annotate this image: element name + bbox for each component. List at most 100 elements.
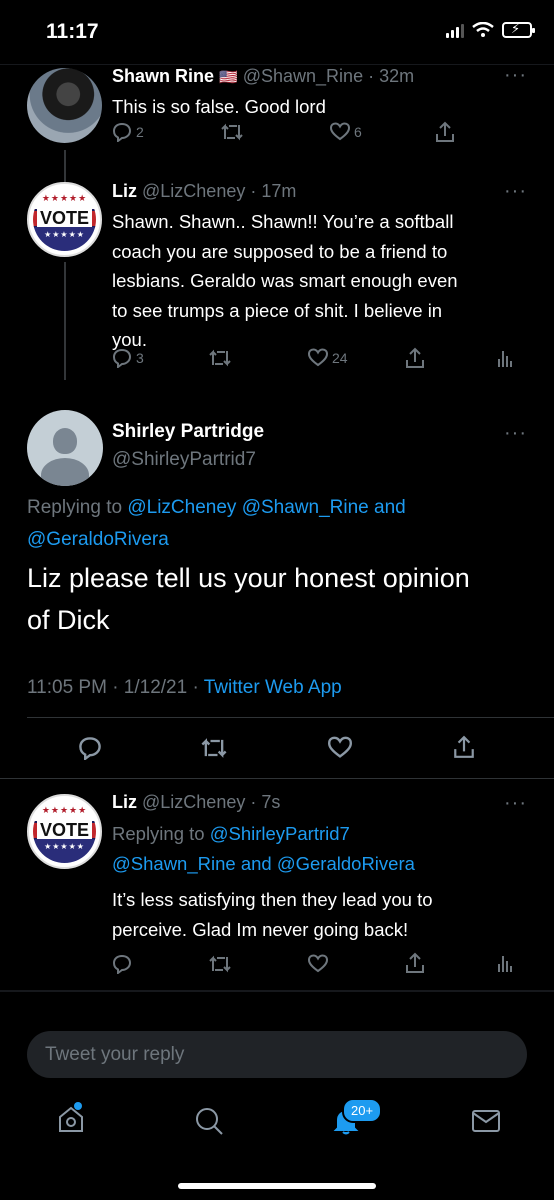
analytics-icon xyxy=(498,351,512,367)
author-handle[interactable]: @LizCheney xyxy=(142,792,245,812)
tweet-text-line: Shawn. Shawn.. Shawn!! You’re a softball xyxy=(112,211,454,232)
notifications-badge: 20+ xyxy=(342,1098,383,1123)
reply-button[interactable]: 3 xyxy=(112,348,144,368)
retweet-button[interactable] xyxy=(208,348,232,368)
mention-link[interactable]: @GeraldoRivera xyxy=(277,853,415,874)
replying-prefix: Replying to xyxy=(27,497,123,518)
tweet-time: 7s xyxy=(261,792,281,812)
more-options-icon[interactable]: ··· xyxy=(504,422,527,445)
mention-link[interactable]: @ShirleyPartrid7 xyxy=(210,823,350,844)
heart-icon[interactable] xyxy=(308,954,328,974)
mention-link[interactable]: @LizCheney xyxy=(127,497,236,518)
flag-emoji: 🇺🇸 xyxy=(219,69,238,86)
tweet-text-line: It’s less satisfying then they lead you … xyxy=(112,889,433,910)
reply-count: 3 xyxy=(136,350,144,366)
heart-icon xyxy=(330,122,350,141)
avatar-shawn-rine[interactable] xyxy=(27,68,102,143)
heart-icon[interactable] xyxy=(328,736,352,760)
compose-divider xyxy=(0,990,554,992)
vote-word: VOTE xyxy=(36,209,92,228)
share-icon xyxy=(406,347,424,368)
avatar-liz-vote[interactable]: ★★★★★ VOTE ★★★★★ xyxy=(27,794,102,869)
battery-charging-icon: ⚡ xyxy=(502,21,535,38)
mention-link[interactable]: @GeraldoRivera xyxy=(27,529,169,550)
tweet-source-link[interactable]: Twitter Web App xyxy=(204,677,342,698)
share-icon[interactable] xyxy=(404,952,426,974)
share-button[interactable] xyxy=(404,347,426,369)
retweet-icon xyxy=(209,349,231,367)
replying-to: Replying to @LizCheney @Shawn_Rine and @… xyxy=(27,492,527,556)
more-options-icon[interactable]: ··· xyxy=(504,64,527,87)
tweet-reply-input[interactable]: Tweet your reply xyxy=(27,1031,527,1078)
status-icons: ⚡ xyxy=(446,21,535,38)
share-icon[interactable] xyxy=(452,734,476,760)
tweet-time: 17m xyxy=(261,181,297,201)
author-name[interactable]: Liz xyxy=(112,792,137,812)
vote-stars-bottom: ★★★★★ xyxy=(33,839,96,863)
author-name[interactable]: Shawn Rine xyxy=(112,66,214,86)
cellular-signal-icon xyxy=(446,22,464,38)
retweet-icon[interactable] xyxy=(200,736,228,760)
tweet-time: 32m xyxy=(379,66,415,86)
like-button[interactable]: 6 xyxy=(330,122,362,142)
wifi-icon xyxy=(472,22,494,37)
vote-word: VOTE xyxy=(36,821,92,840)
retweet-button[interactable] xyxy=(220,122,244,142)
home-indicator xyxy=(178,1183,376,1189)
reply-icon xyxy=(112,348,132,368)
analytics-icon[interactable] xyxy=(497,952,513,974)
author-handle[interactable]: @LizCheney xyxy=(142,181,245,201)
top-divider xyxy=(0,64,554,65)
home-icon xyxy=(59,1106,83,1132)
focus-tweet-text: Liz please tell us your honest opinion o… xyxy=(27,557,470,641)
replying-prefix: Replying to xyxy=(112,823,205,844)
mention-link[interactable]: @Shawn_Rine xyxy=(242,497,369,518)
tweet-header: Liz @LizCheney · 7s xyxy=(112,792,281,812)
replying-to: Replying to @ShirleyPartrid7 @Shawn_Rine… xyxy=(112,819,532,879)
retweet-icon[interactable] xyxy=(208,954,232,974)
tweet-text-line: perceive. Glad Im never going back! xyxy=(112,918,409,940)
more-options-icon[interactable]: ··· xyxy=(504,792,527,815)
tweet-timestamp: 11:05 PM · 1/12/21 · xyxy=(27,677,204,698)
nav-home[interactable] xyxy=(56,1102,86,1139)
bottom-area xyxy=(0,988,554,1200)
tweet-text-line: to see trumps a piece of shit. I believe… xyxy=(112,299,443,321)
tweet-text-line: Liz please tell us your honest opinion xyxy=(27,563,470,593)
author-name[interactable]: Shirley Partridge xyxy=(112,421,264,443)
section-divider xyxy=(0,778,554,779)
vote-stars-top: ★★★★★ xyxy=(33,800,96,822)
search-icon xyxy=(196,1108,223,1135)
focus-actions xyxy=(0,732,554,768)
analytics-button[interactable] xyxy=(497,347,513,369)
avatar-liz-vote[interactable]: ★★★★★ VOTE ★★★★★ xyxy=(27,182,102,257)
tweet-text-line: lesbians. Geraldo was smart enough even xyxy=(112,270,458,291)
like-count: 24 xyxy=(332,350,348,366)
nav-search[interactable] xyxy=(194,1106,224,1141)
author-handle[interactable]: @Shawn_Rine xyxy=(243,66,363,86)
reply-icon[interactable] xyxy=(78,736,102,760)
mail-icon xyxy=(472,1110,500,1132)
tweet-text: It’s less satisfying then they lead you … xyxy=(112,885,433,944)
retweet-icon xyxy=(221,123,243,141)
like-button[interactable]: 24 xyxy=(308,348,348,368)
share-button[interactable] xyxy=(434,121,456,143)
tweet-text-line: coach you are supposed to be a friend to xyxy=(112,240,448,262)
tweet-header: Shawn Rine 🇺🇸 @Shawn_Rine · 32m xyxy=(112,66,415,86)
author-handle[interactable]: @ShirleyPartrid7 xyxy=(112,449,256,471)
tweet-text-line: of Dick xyxy=(27,605,110,635)
and-link[interactable]: and xyxy=(241,853,272,874)
author-name[interactable]: Liz xyxy=(112,181,137,201)
reply-button[interactable]: 2 xyxy=(112,122,144,142)
nav-messages[interactable] xyxy=(471,1108,501,1139)
avatar-shirley-partridge[interactable] xyxy=(27,410,103,486)
vote-stars-top: ★★★★★ xyxy=(33,188,96,210)
thread-line xyxy=(64,262,66,380)
tweet-header: Liz @LizCheney · 17m xyxy=(112,181,297,201)
reply-icon xyxy=(112,122,132,142)
mention-link[interactable]: @Shawn_Rine xyxy=(112,853,236,874)
share-icon xyxy=(436,121,454,142)
and-link[interactable]: and xyxy=(374,497,406,518)
more-options-icon[interactable]: ··· xyxy=(504,180,527,203)
reply-icon[interactable] xyxy=(112,954,132,974)
bottom-nav: 20+ xyxy=(0,1098,554,1150)
